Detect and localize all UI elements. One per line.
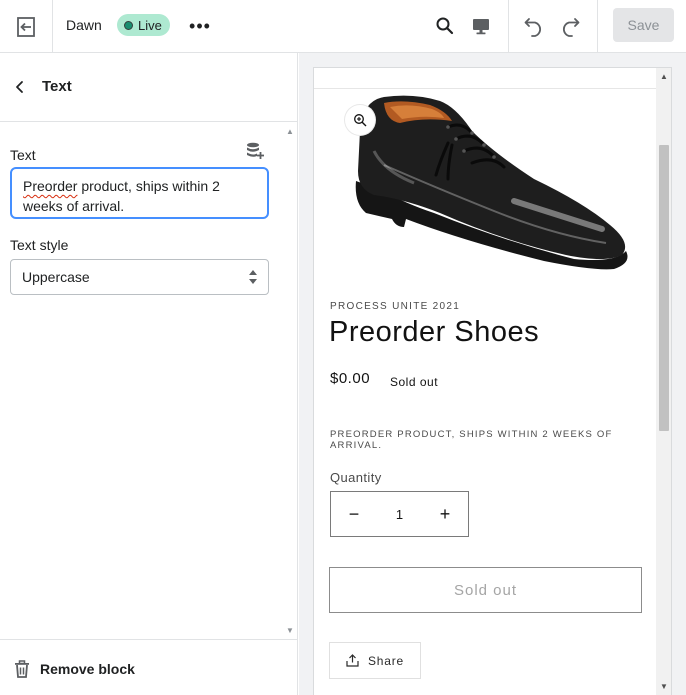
- product-vendor: PROCESS UNITE 2021: [330, 301, 461, 312]
- product-price: $0.00: [330, 370, 371, 387]
- quantity-stepper: − 1 +: [330, 491, 469, 537]
- quantity-input[interactable]: 1: [377, 492, 422, 536]
- text-style-select[interactable]: Uppercase: [10, 259, 269, 295]
- scrollbar-thumb[interactable]: [659, 145, 669, 431]
- text-style-label: Text style: [10, 237, 69, 253]
- panel-footer: Remove block: [0, 639, 298, 695]
- panel-title: Text: [42, 78, 72, 95]
- top-bar: Dawn Live ••• Save: [0, 0, 686, 53]
- scroll-down-arrow-icon[interactable]: ▼: [286, 626, 294, 635]
- product-title: Preorder Shoes: [329, 316, 540, 348]
- product-image[interactable]: [344, 91, 634, 291]
- scroll-up-arrow-icon[interactable]: ▲: [286, 127, 294, 136]
- remove-block-label: Remove block: [40, 661, 135, 677]
- redo-icon: [563, 18, 580, 37]
- undo-icon: [524, 18, 541, 37]
- storefront-preview: PROCESS UNITE 2021 Preorder Shoes $0.00 …: [314, 68, 671, 695]
- misspelled-word: Preorder: [23, 178, 78, 194]
- quantity-decrease-button[interactable]: −: [331, 492, 377, 536]
- settings-panel: Text Text Preorder product, ships within…: [0, 53, 298, 695]
- search-icon: [436, 17, 454, 35]
- device-preview-button[interactable]: [467, 12, 495, 40]
- share-icon: [346, 654, 359, 667]
- redo-button[interactable]: [555, 11, 585, 41]
- database-plus-icon: [247, 142, 264, 159]
- text-field-label: Text: [10, 147, 36, 163]
- search-button[interactable]: [431, 12, 459, 40]
- exit-icon: [17, 16, 35, 37]
- more-icon: •••: [189, 15, 211, 36]
- sold-out-button[interactable]: Sold out: [329, 567, 642, 613]
- scroll-up-arrow-icon[interactable]: ▲: [660, 72, 668, 81]
- plus-icon: +: [439, 503, 451, 524]
- panel-scrollbar[interactable]: ▲ ▼: [283, 123, 297, 639]
- theme-name: Dawn: [66, 17, 102, 33]
- more-actions-button[interactable]: •••: [186, 13, 214, 39]
- sold-out-badge: Sold out: [390, 375, 439, 389]
- undo-button[interactable]: [519, 11, 549, 41]
- back-button[interactable]: [9, 76, 31, 98]
- preview-scrollbar[interactable]: ▲ ▼: [656, 68, 671, 695]
- preview-header-divider: [314, 88, 656, 89]
- quantity-increase-button[interactable]: +: [422, 492, 468, 536]
- text-block-preview[interactable]: Preorder product, ships within 2 weeks o…: [330, 429, 630, 451]
- minus-icon: −: [348, 503, 360, 524]
- live-label: Live: [138, 17, 162, 33]
- zoom-in-icon: [354, 114, 367, 127]
- quantity-label: Quantity: [330, 470, 382, 485]
- toolbar-divider: [508, 0, 509, 53]
- share-label: Share: [367, 653, 405, 668]
- desktop-icon: [473, 19, 489, 35]
- zoom-button[interactable]: [345, 105, 375, 135]
- trash-icon: [15, 660, 29, 678]
- insert-dynamic-source-button[interactable]: [244, 140, 266, 162]
- text-style-value: Uppercase: [22, 269, 90, 285]
- save-button[interactable]: Save: [613, 8, 674, 42]
- live-dot-icon: [124, 20, 133, 30]
- toolbar-divider: [597, 0, 598, 53]
- panel-header: Text: [0, 53, 298, 122]
- chevron-left-icon: [16, 81, 23, 93]
- preview-area: PROCESS UNITE 2021 Preorder Shoes $0.00 …: [299, 53, 686, 695]
- scroll-down-arrow-icon[interactable]: ▼: [660, 682, 668, 691]
- exit-button[interactable]: [0, 0, 53, 53]
- text-field-input[interactable]: Preorder product, ships within 2 weeks o…: [10, 167, 269, 219]
- share-button[interactable]: Share: [329, 642, 421, 679]
- remove-block-button[interactable]: Remove block: [14, 658, 135, 680]
- live-status-badge: Live: [117, 14, 170, 36]
- select-arrows-icon: [249, 270, 257, 284]
- panel-scroll-area: Text Preorder product, ships within 2 we…: [0, 123, 298, 639]
